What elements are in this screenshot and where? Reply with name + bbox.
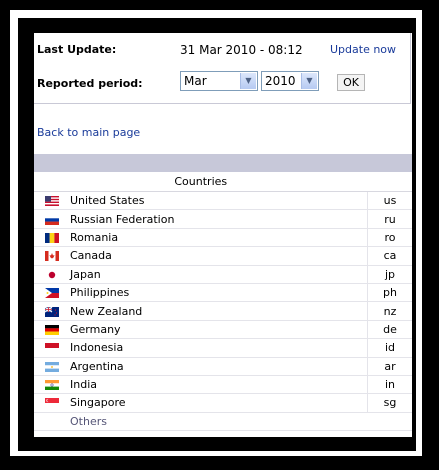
others-label: Others <box>70 412 368 432</box>
country-code: ro <box>367 228 412 248</box>
sg-flag-icon <box>45 398 59 409</box>
in-flag-icon <box>45 380 59 391</box>
country-code: sg <box>367 393 412 413</box>
photo-frame: Last Update: 31 Mar 2010 - 08:12 Update … <box>0 0 439 470</box>
month-select-value: Mar <box>184 74 207 88</box>
year-select[interactable]: 2010 ▼ <box>261 71 319 91</box>
country-code: jp <box>367 265 412 284</box>
update-now-link[interactable]: Update now <box>330 43 396 56</box>
year-select-value: 2010 <box>265 74 296 88</box>
others-row: Others <box>34 412 412 432</box>
update-panel: Last Update: 31 Mar 2010 - 08:12 Update … <box>34 33 411 104</box>
country-name: Japan <box>70 265 368 284</box>
country-code: in <box>367 375 412 395</box>
ar-flag-icon <box>45 361 59 372</box>
table-row: Philippines ph <box>34 283 412 303</box>
reported-period-label: Reported period: <box>37 77 143 90</box>
table-row: Indonesia id <box>34 338 412 358</box>
ru-flag-icon <box>45 214 59 225</box>
country-name: Russian Federation <box>70 209 368 229</box>
country-code: id <box>367 338 412 358</box>
country-name: Philippines <box>70 283 368 303</box>
country-code: ph <box>367 283 412 303</box>
country-name: India <box>70 375 368 395</box>
table-row: Russian Federation ru <box>34 209 412 229</box>
us-flag-icon <box>45 196 59 207</box>
last-update-label: Last Update: <box>37 43 117 56</box>
code-column-header <box>367 172 412 192</box>
jp-flag-icon <box>45 269 59 280</box>
country-name: Germany <box>70 320 368 340</box>
chevron-down-icon[interactable]: ▼ <box>240 73 256 89</box>
countries-table: Countries United States us Russian Federat… <box>34 172 412 432</box>
chevron-down-icon[interactable]: ▼ <box>301 73 317 89</box>
country-name: Romania <box>70 228 368 248</box>
country-name: New Zealand <box>70 301 368 321</box>
month-select[interactable]: Mar ▼ <box>180 71 258 91</box>
ph-flag-icon <box>45 288 59 299</box>
country-name: Indonesia <box>70 338 368 358</box>
country-name: Argentina <box>70 357 368 376</box>
table-row: Canada ca <box>34 246 412 266</box>
id-flag-icon <box>45 343 59 354</box>
country-name: United States <box>70 191 368 211</box>
table-row: Argentina ar <box>34 357 412 376</box>
country-code: de <box>367 320 412 340</box>
table-row: Germany de <box>34 320 412 340</box>
table-row: New Zealand nz <box>34 301 412 321</box>
country-code: ar <box>367 357 412 376</box>
country-code: us <box>367 191 412 211</box>
stats-page: Last Update: 31 Mar 2010 - 08:12 Update … <box>34 33 412 437</box>
table-row: Singapore sg <box>34 393 412 413</box>
table-row: Romania ro <box>34 228 412 248</box>
table-row: India in <box>34 375 412 395</box>
country-name: Canada <box>70 246 368 266</box>
country-code: nz <box>367 301 412 321</box>
ca-flag-icon <box>45 251 59 262</box>
table-row: United States us <box>34 191 412 211</box>
last-update-value: 31 Mar 2010 - 08:12 <box>180 43 303 57</box>
table-row: Japan jp <box>34 265 412 284</box>
back-to-main-link[interactable]: Back to main page <box>37 126 140 139</box>
ok-button[interactable]: OK <box>337 74 365 91</box>
ro-flag-icon <box>45 232 59 243</box>
de-flag-icon <box>45 324 59 335</box>
countries-column-header: Countries <box>34 172 368 192</box>
country-name: Singapore <box>70 393 368 413</box>
table-title-band <box>34 154 412 172</box>
country-code: ru <box>367 209 412 229</box>
country-code: ca <box>367 246 412 266</box>
nz-flag-icon <box>45 306 59 317</box>
